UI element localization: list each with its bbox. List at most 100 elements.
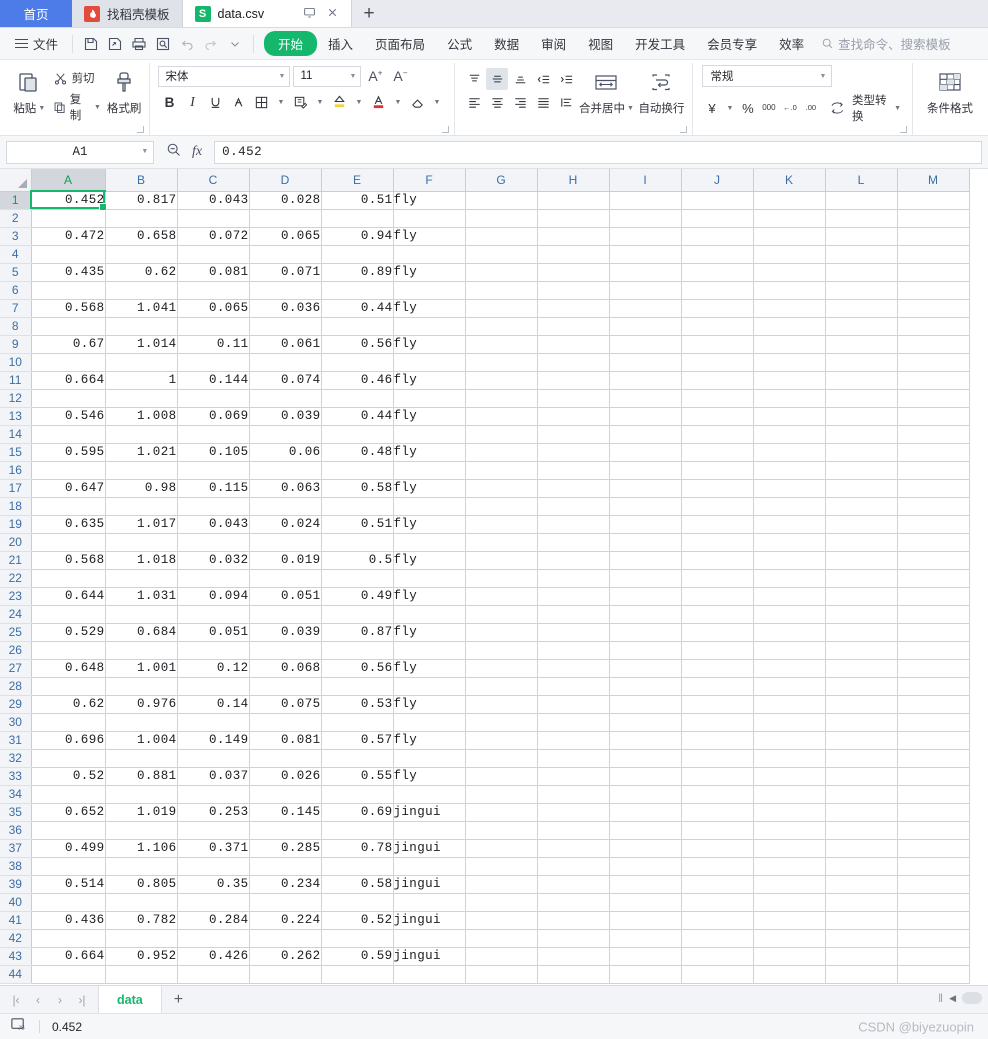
- cell-I13[interactable]: [609, 407, 682, 426]
- cell-C31[interactable]: 0.149: [177, 731, 250, 750]
- cell-A15[interactable]: 0.595: [31, 443, 106, 462]
- cell-K34[interactable]: [753, 785, 826, 804]
- new-tab-button[interactable]: +: [352, 0, 387, 27]
- cell-F15[interactable]: fly: [393, 443, 466, 462]
- cell-C42[interactable]: [177, 929, 250, 948]
- cell-M28[interactable]: [897, 677, 970, 696]
- cell-D29[interactable]: 0.075: [249, 695, 322, 714]
- font-size-select[interactable]: 11 ▼: [293, 65, 362, 87]
- cell-K10[interactable]: [753, 353, 826, 372]
- cell-D20[interactable]: [249, 533, 322, 552]
- cell-D4[interactable]: [249, 245, 322, 264]
- column-header-h[interactable]: H: [537, 169, 610, 192]
- cell-D43[interactable]: 0.262: [249, 947, 322, 966]
- cell-C40[interactable]: [177, 893, 250, 912]
- cell-A22[interactable]: [31, 569, 106, 588]
- copy-button[interactable]: 复制 ▼: [50, 90, 104, 124]
- cell-F21[interactable]: fly: [393, 551, 466, 570]
- cell-F39[interactable]: jingui: [393, 875, 466, 894]
- fill-color-button[interactable]: [328, 91, 350, 113]
- cell-F13[interactable]: fly: [393, 407, 466, 426]
- column-header-m[interactable]: M: [897, 169, 970, 192]
- cell-K12[interactable]: [753, 389, 826, 408]
- cell-H42[interactable]: [537, 929, 610, 948]
- cell-L44[interactable]: [825, 965, 898, 984]
- monitor-icon[interactable]: [303, 6, 316, 21]
- cell-I7[interactable]: [609, 299, 682, 318]
- cell-E7[interactable]: 0.44: [321, 299, 394, 318]
- cell-F30[interactable]: [393, 713, 466, 732]
- column-header-e[interactable]: E: [321, 169, 394, 192]
- cell-H25[interactable]: [537, 623, 610, 642]
- cell-D3[interactable]: 0.065: [249, 227, 322, 246]
- cell-B28[interactable]: [105, 677, 178, 696]
- cell-E3[interactable]: 0.94: [321, 227, 394, 246]
- cell-M25[interactable]: [897, 623, 970, 642]
- row-header-25[interactable]: 25: [0, 623, 32, 642]
- row-header-20[interactable]: 20: [0, 533, 32, 552]
- cell-D9[interactable]: 0.061: [249, 335, 322, 354]
- cell-K30[interactable]: [753, 713, 826, 732]
- cell-E30[interactable]: [321, 713, 394, 732]
- cell-I29[interactable]: [609, 695, 682, 714]
- cell-B34[interactable]: [105, 785, 178, 804]
- cell-K38[interactable]: [753, 857, 826, 876]
- cell-K37[interactable]: [753, 839, 826, 858]
- cell-L25[interactable]: [825, 623, 898, 642]
- cell-K1[interactable]: [753, 191, 826, 210]
- cell-A24[interactable]: [31, 605, 106, 624]
- row-header-26[interactable]: 26: [0, 641, 32, 660]
- cell-A5[interactable]: 0.435: [31, 263, 106, 282]
- cell-L4[interactable]: [825, 245, 898, 264]
- cell-A13[interactable]: 0.546: [31, 407, 106, 426]
- cell-I22[interactable]: [609, 569, 682, 588]
- cell-A29[interactable]: 0.62: [31, 695, 106, 714]
- cell-D15[interactable]: 0.06: [249, 443, 322, 462]
- cell-M19[interactable]: [897, 515, 970, 534]
- cell-E29[interactable]: 0.53: [321, 695, 394, 714]
- cell-J16[interactable]: [681, 461, 754, 480]
- cell-A36[interactable]: [31, 821, 106, 840]
- row-header-44[interactable]: 44: [0, 965, 32, 984]
- cell-C2[interactable]: [177, 209, 250, 228]
- cell-A12[interactable]: [31, 389, 106, 408]
- row-header-21[interactable]: 21: [0, 551, 32, 570]
- cell-H31[interactable]: [537, 731, 610, 750]
- cell-D14[interactable]: [249, 425, 322, 444]
- cell-H43[interactable]: [537, 947, 610, 966]
- cell-E24[interactable]: [321, 605, 394, 624]
- tab-member[interactable]: 会员专享: [696, 30, 768, 57]
- cell-K40[interactable]: [753, 893, 826, 912]
- cell-D38[interactable]: [249, 857, 322, 876]
- cell-L34[interactable]: [825, 785, 898, 804]
- cell-M8[interactable]: [897, 317, 970, 336]
- cell-A7[interactable]: 0.568: [31, 299, 106, 318]
- paste-button[interactable]: 粘贴 ▼: [9, 65, 50, 116]
- cell-D2[interactable]: [249, 209, 322, 228]
- cell-G26[interactable]: [465, 641, 538, 660]
- save-as-icon[interactable]: [103, 33, 127, 55]
- spreadsheet-grid[interactable]: A B C D E F G H I J K L M 1 0.452 0.817 0.0…: [0, 169, 988, 985]
- strikethrough-button[interactable]: [227, 91, 249, 113]
- cell-A18[interactable]: [31, 497, 106, 516]
- cell-I33[interactable]: [609, 767, 682, 786]
- cell-M26[interactable]: [897, 641, 970, 660]
- cell-I40[interactable]: [609, 893, 682, 912]
- cell-J43[interactable]: [681, 947, 754, 966]
- cell-G43[interactable]: [465, 947, 538, 966]
- cell-G17[interactable]: [465, 479, 538, 498]
- cell-H19[interactable]: [537, 515, 610, 534]
- cell-H26[interactable]: [537, 641, 610, 660]
- save-icon[interactable]: [79, 33, 103, 55]
- row-header-12[interactable]: 12: [0, 389, 32, 408]
- align-right-button[interactable]: [509, 91, 531, 113]
- cell-H32[interactable]: [537, 749, 610, 768]
- cell-F36[interactable]: [393, 821, 466, 840]
- cell-J5[interactable]: [681, 263, 754, 282]
- cell-K28[interactable]: [753, 677, 826, 696]
- cell-C38[interactable]: [177, 857, 250, 876]
- cell-E19[interactable]: 0.51: [321, 515, 394, 534]
- cell-C16[interactable]: [177, 461, 250, 480]
- row-header-38[interactable]: 38: [0, 857, 32, 876]
- cell-A14[interactable]: [31, 425, 106, 444]
